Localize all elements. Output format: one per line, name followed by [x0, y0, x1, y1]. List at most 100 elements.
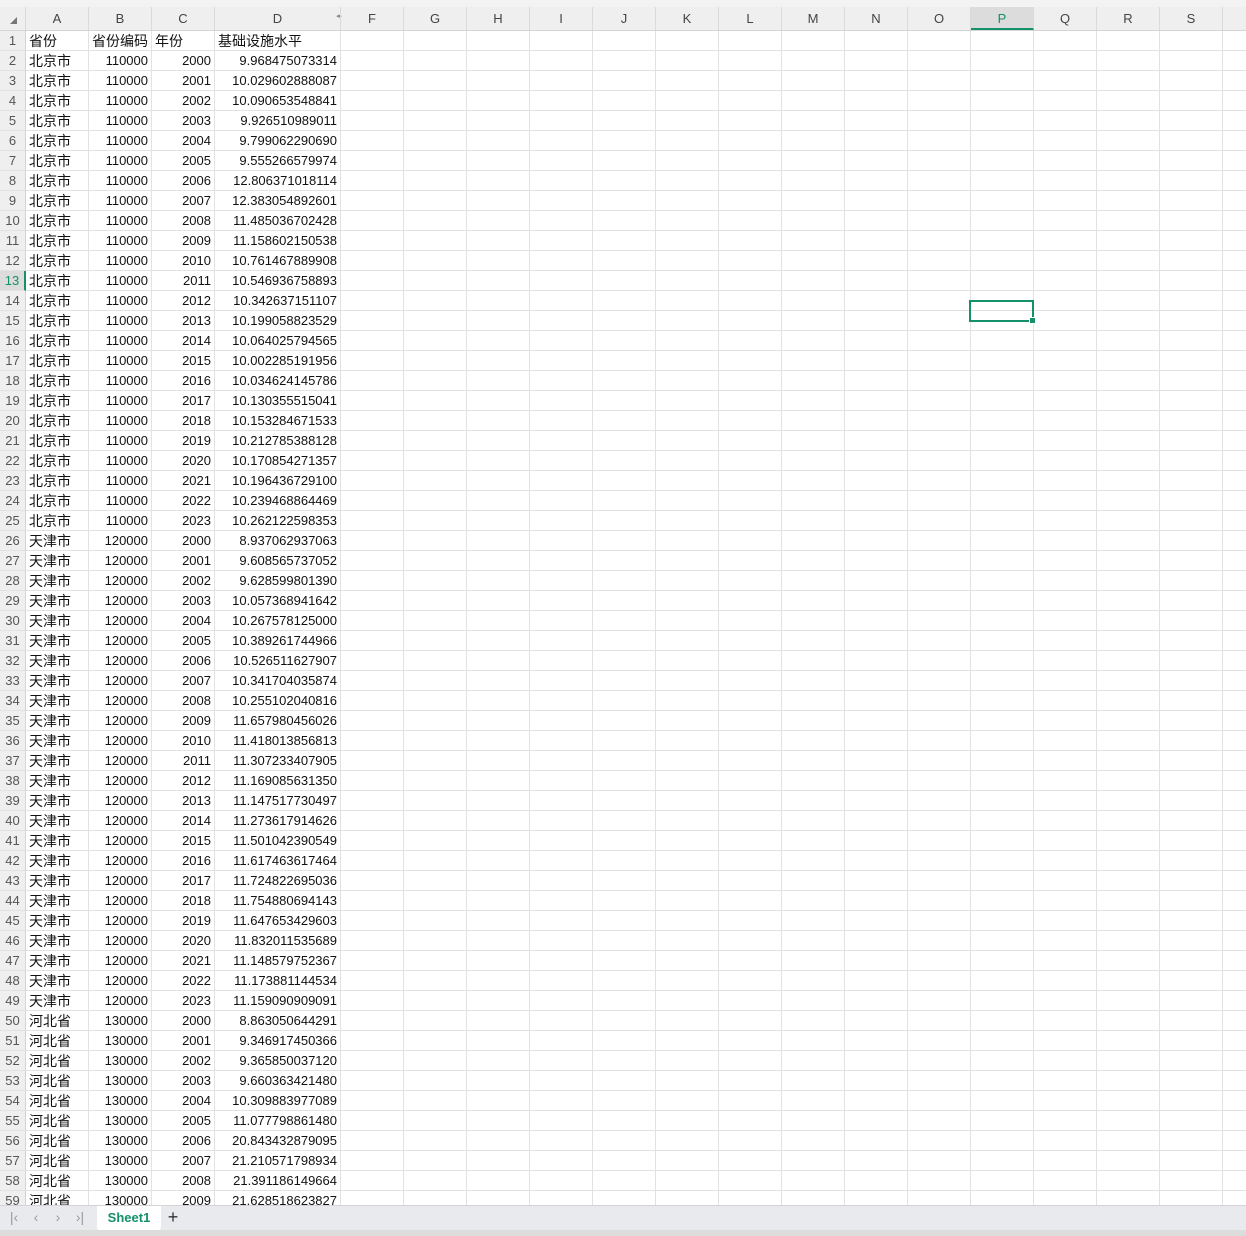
- cell[interactable]: [1097, 631, 1160, 651]
- cell[interactable]: [908, 651, 971, 671]
- cell[interactable]: [530, 831, 593, 851]
- cell[interactable]: [656, 851, 719, 871]
- cell[interactable]: [341, 1131, 404, 1151]
- cell[interactable]: 2012: [152, 771, 215, 791]
- cell[interactable]: [593, 471, 656, 491]
- cell[interactable]: [404, 651, 467, 671]
- row-header[interactable]: 9: [0, 191, 26, 211]
- cell[interactable]: [656, 131, 719, 151]
- cell[interactable]: [908, 611, 971, 631]
- cell[interactable]: [1034, 811, 1097, 831]
- cell[interactable]: [1034, 931, 1097, 951]
- cell[interactable]: [1223, 271, 1246, 291]
- cell[interactable]: 2005: [152, 151, 215, 171]
- cell[interactable]: [341, 511, 404, 531]
- cell[interactable]: [1034, 411, 1097, 431]
- cell[interactable]: [845, 451, 908, 471]
- cell[interactable]: [1223, 1131, 1246, 1151]
- cell[interactable]: [1034, 751, 1097, 771]
- cell[interactable]: 2000: [152, 1011, 215, 1031]
- cell[interactable]: [1097, 951, 1160, 971]
- cell[interactable]: [341, 1111, 404, 1131]
- cell[interactable]: [1034, 671, 1097, 691]
- cell[interactable]: 110000: [89, 131, 152, 151]
- row-header[interactable]: 29: [0, 591, 26, 611]
- cell[interactable]: [1097, 251, 1160, 271]
- cell[interactable]: 130000: [89, 1071, 152, 1091]
- cell[interactable]: [971, 191, 1034, 211]
- column-header-n[interactable]: N: [845, 7, 908, 30]
- row-header[interactable]: 26: [0, 531, 26, 551]
- cell[interactable]: [1097, 131, 1160, 151]
- cell[interactable]: [719, 171, 782, 191]
- cell[interactable]: 11.148579752367: [215, 951, 341, 971]
- cell[interactable]: 北京市: [26, 431, 89, 451]
- cell[interactable]: 11.617463617464: [215, 851, 341, 871]
- cell[interactable]: [656, 771, 719, 791]
- row-header[interactable]: 44: [0, 891, 26, 911]
- cell[interactable]: [1034, 211, 1097, 231]
- cell[interactable]: [1097, 731, 1160, 751]
- row-header[interactable]: 3: [0, 71, 26, 91]
- cell[interactable]: [782, 351, 845, 371]
- cell[interactable]: [845, 891, 908, 911]
- row-header[interactable]: 30: [0, 611, 26, 631]
- cell[interactable]: [719, 31, 782, 51]
- column-header-f[interactable]: F: [341, 7, 404, 30]
- cell[interactable]: [1160, 911, 1223, 931]
- cell[interactable]: [341, 611, 404, 631]
- cell[interactable]: [908, 431, 971, 451]
- cell[interactable]: [1160, 131, 1223, 151]
- cell[interactable]: 2005: [152, 631, 215, 651]
- cell[interactable]: [1097, 791, 1160, 811]
- row-header[interactable]: 52: [0, 1051, 26, 1071]
- cell[interactable]: 11.158602150538: [215, 231, 341, 251]
- cell[interactable]: [719, 1171, 782, 1191]
- row-header[interactable]: 28: [0, 571, 26, 591]
- cell[interactable]: [1160, 231, 1223, 251]
- cell[interactable]: [467, 411, 530, 431]
- cell[interactable]: [593, 291, 656, 311]
- cell[interactable]: [971, 151, 1034, 171]
- cell[interactable]: [971, 851, 1034, 871]
- cell[interactable]: [467, 651, 530, 671]
- column-title-cell[interactable]: 省份编码: [89, 31, 152, 51]
- cell[interactable]: [467, 871, 530, 891]
- cell[interactable]: [530, 1151, 593, 1171]
- cell[interactable]: [782, 411, 845, 431]
- cell[interactable]: [1223, 91, 1246, 111]
- cell[interactable]: [1160, 891, 1223, 911]
- cell[interactable]: [593, 371, 656, 391]
- cell[interactable]: 北京市: [26, 211, 89, 231]
- cell[interactable]: 北京市: [26, 191, 89, 211]
- cell[interactable]: [404, 1191, 467, 1205]
- cell[interactable]: [341, 391, 404, 411]
- cell[interactable]: 120000: [89, 971, 152, 991]
- cell[interactable]: [404, 1171, 467, 1191]
- cell-grid[interactable]: 59 河北省 130000 2009 21.628518623827 58 河北省 13000…: [0, 31, 1246, 1205]
- cell[interactable]: [782, 911, 845, 931]
- cell[interactable]: [467, 831, 530, 851]
- cell[interactable]: [593, 991, 656, 1011]
- cell[interactable]: [1097, 91, 1160, 111]
- cell[interactable]: [656, 431, 719, 451]
- cell[interactable]: [845, 631, 908, 651]
- cell[interactable]: [341, 211, 404, 231]
- cell[interactable]: [845, 1131, 908, 1151]
- cell[interactable]: [971, 1071, 1034, 1091]
- cell[interactable]: 20.843432879095: [215, 1131, 341, 1151]
- cell[interactable]: [467, 451, 530, 471]
- cell[interactable]: 9.968475073314: [215, 51, 341, 71]
- cell[interactable]: [908, 1011, 971, 1031]
- cell[interactable]: [908, 1031, 971, 1051]
- column-header-k[interactable]: K: [656, 7, 719, 30]
- cell[interactable]: [971, 311, 1034, 331]
- cell[interactable]: [341, 71, 404, 91]
- cell[interactable]: [341, 231, 404, 251]
- cell[interactable]: 北京市: [26, 251, 89, 271]
- cell[interactable]: [656, 731, 719, 751]
- cell[interactable]: [404, 951, 467, 971]
- cell[interactable]: [656, 1031, 719, 1051]
- cell[interactable]: [1223, 671, 1246, 691]
- cell[interactable]: [908, 751, 971, 771]
